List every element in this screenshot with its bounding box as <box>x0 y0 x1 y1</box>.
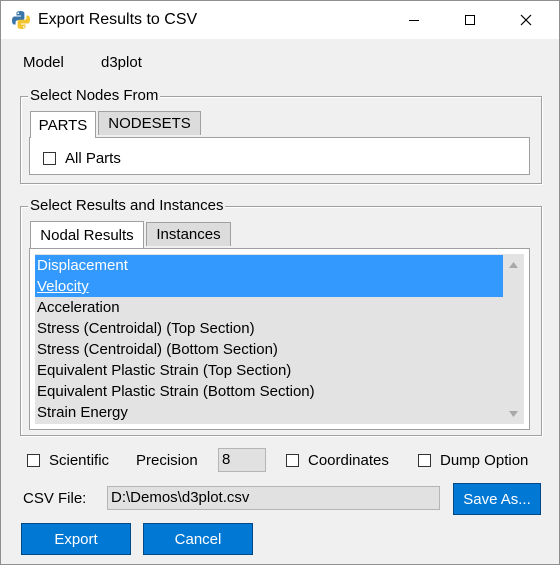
list-item-label: Stress (Centroidal) (Bottom Section) <box>37 341 278 358</box>
csv-file-input[interactable]: D:\Demos\d3plot.csv <box>107 486 440 510</box>
minimize-icon <box>409 20 419 21</box>
list-item-acceleration[interactable]: Acceleration <box>35 297 120 318</box>
tab-nodal-results[interactable]: Nodal Results <box>30 221 144 248</box>
list-item-label: Stress (Centroidal) (Top Section) <box>37 320 255 337</box>
model-label: Model <box>23 54 64 71</box>
dump-option-checkbox[interactable] <box>418 454 431 467</box>
model-value: d3plot <box>101 54 142 71</box>
csv-file-label: CSV File: <box>23 490 87 507</box>
tab-nodesets[interactable]: NODESETS <box>98 111 201 135</box>
export-label: Export <box>54 530 98 548</box>
list-item-label: Acceleration <box>37 299 120 316</box>
list-item-velocity[interactable]: Velocity <box>35 276 503 297</box>
maximize-icon <box>465 15 475 25</box>
scientific-label: Scientific <box>49 452 110 469</box>
tab-nodesets-label: NODESETS <box>108 115 191 132</box>
cancel-button[interactable]: Cancel <box>143 523 253 555</box>
list-item-stress-bottom[interactable]: Stress (Centroidal) (Bottom Section) <box>35 339 278 360</box>
list-item-eps-top[interactable]: Equivalent Plastic Strain (Top Section) <box>35 360 291 381</box>
coordinates-checkbox[interactable] <box>286 454 299 467</box>
select-nodes-title: Select Nodes From <box>28 87 161 104</box>
select-results-title: Select Results and Instances <box>28 197 226 214</box>
tab-nodal-results-label: Nodal Results <box>40 226 134 244</box>
results-scrollbar[interactable] <box>503 254 524 424</box>
precision-input[interactable]: 8 <box>218 448 266 472</box>
list-item-label: Displacement <box>37 257 128 274</box>
save-as-button[interactable]: Save As... <box>453 483 541 515</box>
python-app-icon <box>12 11 30 29</box>
cancel-label: Cancel <box>174 530 222 548</box>
list-item-label: Velocity <box>37 278 89 295</box>
list-item-strain-energy[interactable]: Strain Energy <box>35 402 128 423</box>
list-item-displacement[interactable]: Displacement <box>35 255 503 276</box>
list-item-eps-bottom[interactable]: Equivalent Plastic Strain (Bottom Sectio… <box>35 381 315 402</box>
scroll-down-icon[interactable] <box>508 410 519 418</box>
list-item-label: Strain Energy <box>37 404 128 421</box>
close-icon <box>520 14 532 26</box>
tab-instances[interactable]: Instances <box>146 222 231 246</box>
close-button[interactable] <box>498 1 554 39</box>
window-title: Export Results to CSV <box>38 11 198 28</box>
export-dialog: Export Results to CSV Model d3plot Selec… <box>0 0 560 565</box>
title-bar: Export Results to CSV <box>1 1 559 39</box>
list-item-label: Equivalent Plastic Strain (Top Section) <box>37 362 292 379</box>
minimize-button[interactable] <box>386 1 442 39</box>
dialog-content: Model d3plot Select Nodes From PARTS NOD… <box>1 39 559 564</box>
list-item-stress-top[interactable]: Stress (Centroidal) (Top Section) <box>35 318 255 339</box>
precision-label: Precision <box>136 452 198 469</box>
scientific-checkbox[interactable] <box>27 454 40 467</box>
dump-option-label: Dump Option <box>440 452 529 469</box>
export-button[interactable]: Export <box>21 523 131 555</box>
coordinates-label: Coordinates <box>308 452 389 469</box>
save-as-label: Save As... <box>463 490 531 508</box>
list-item-label: Equivalent Plastic Strain (Bottom Sectio… <box>37 383 315 400</box>
tab-parts-label: PARTS <box>38 116 88 134</box>
maximize-button[interactable] <box>442 1 498 39</box>
tab-instances-label: Instances <box>156 226 221 243</box>
all-parts-label: All Parts <box>65 150 121 167</box>
results-list[interactable]: Displacement Velocity Acceleration Stres… <box>35 254 503 424</box>
all-parts-checkbox[interactable] <box>43 152 56 165</box>
scroll-up-icon[interactable] <box>508 261 519 269</box>
tab-parts[interactable]: PARTS <box>30 111 96 138</box>
